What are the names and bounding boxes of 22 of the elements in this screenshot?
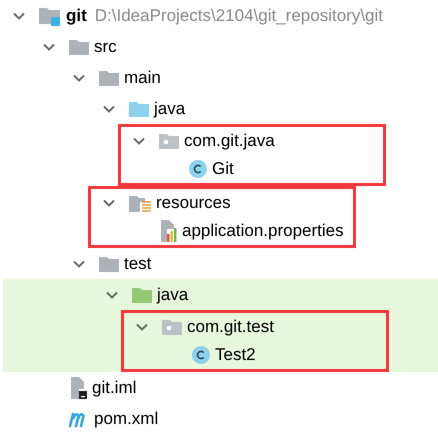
tree-item-label[interactable]: src	[94, 36, 117, 58]
properties-file-icon	[158, 219, 178, 243]
tree-item-label[interactable]: application.properties	[182, 220, 344, 242]
tree-item-label[interactable]: test	[124, 252, 152, 274]
tree-item-label[interactable]: java	[157, 284, 188, 306]
tree-item-label[interactable]: com.git.test	[187, 316, 274, 338]
class-icon	[191, 345, 211, 365]
tree-item-label[interactable]: pom.xml	[94, 408, 158, 430]
tree-item-label[interactable]: com.git.java	[184, 130, 275, 152]
tree-item-label[interactable]: resources	[156, 192, 231, 214]
tree-item-label[interactable]: git	[66, 4, 87, 26]
tree-item-label[interactable]: Test2	[215, 344, 256, 366]
tree-item-label[interactable]: main	[124, 66, 161, 88]
class-icon	[188, 159, 208, 179]
tree-item-label[interactable]: git.iml	[92, 376, 136, 398]
project-path: D:\IdeaProjects\2104\git_repository\git	[94, 4, 383, 26]
tree-item-label[interactable]: java	[154, 98, 186, 120]
module-file-icon	[68, 376, 88, 400]
resources-folder-icon	[128, 193, 152, 213]
package-folder-icon	[158, 131, 180, 151]
tree-item-label[interactable]: Git	[212, 158, 234, 180]
package-folder-icon	[161, 317, 183, 337]
